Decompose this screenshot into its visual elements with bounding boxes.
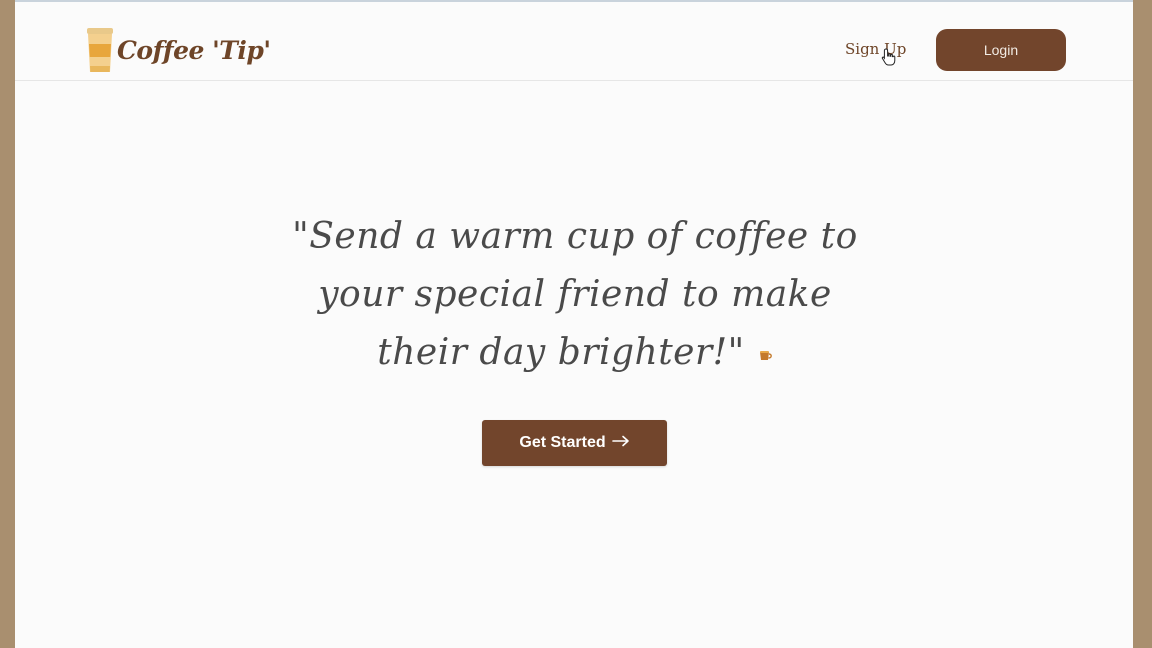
hero-section: "Send a warm cup of coffee to your speci…: [275, 208, 875, 384]
navbar: Coffee 'Tip' Sign Up Login: [15, 2, 1133, 81]
hero-quote-text: "Send a warm cup of coffee to your speci…: [292, 216, 858, 373]
coffee-cup-icon: [85, 26, 115, 74]
login-button[interactable]: Login: [936, 29, 1066, 71]
brand-logo[interactable]: Coffee 'Tip': [85, 26, 271, 74]
brand-name: Coffee 'Tip': [117, 35, 271, 65]
browser-viewport: Coffee 'Tip' Sign Up Login "Send a warm …: [15, 0, 1133, 648]
hero-quote: "Send a warm cup of coffee to your speci…: [275, 208, 875, 384]
get-started-button[interactable]: Get Started: [482, 420, 667, 466]
hand-cursor-icon: [881, 48, 897, 70]
signup-link[interactable]: Sign Up: [845, 40, 906, 58]
arrow-right-icon: [611, 434, 630, 452]
coffee-emoji-icon: [759, 322, 773, 380]
get-started-label: Get Started: [519, 434, 606, 451]
